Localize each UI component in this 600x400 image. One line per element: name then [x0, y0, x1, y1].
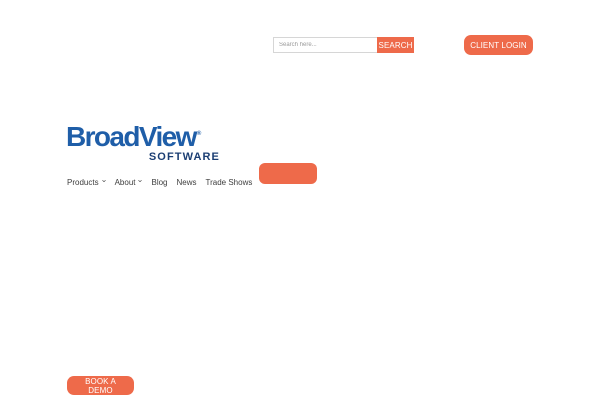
broadview-logo[interactable]: BroadView ® SOFTWARE [66, 122, 226, 164]
logo-wordmark: BroadView ® [66, 122, 226, 152]
logo-registered-mark: ® [196, 131, 202, 137]
nav-item-label: Products [67, 177, 99, 187]
nav-item-about[interactable]: About [115, 178, 143, 187]
nav-item-blog[interactable]: Blog [151, 178, 167, 187]
chevron-down-icon [138, 180, 143, 183]
page: SEARCH CLIENT LOGIN BroadView® SOFTWARE … [0, 0, 600, 400]
search-button[interactable]: SEARCH [377, 37, 414, 53]
logo-subtitle: SOFTWARE [148, 151, 220, 163]
main-nav: Products About Blog News Trade Shows [67, 175, 261, 189]
nav-cta-button[interactable] [259, 163, 317, 184]
nav-item-label: News [176, 177, 197, 187]
search-bar: SEARCH [273, 37, 414, 53]
search-input[interactable] [273, 37, 377, 53]
nav-item-news[interactable]: News [177, 178, 197, 187]
nav-item-label: About [114, 177, 136, 187]
nav-item-label: Blog [151, 177, 168, 187]
logo-word-text: BroadView [66, 121, 197, 152]
nav-item-products[interactable]: Products [67, 178, 106, 187]
nav-item-trade-shows[interactable]: Trade Shows [206, 178, 253, 187]
client-login-button[interactable]: CLIENT LOGIN [464, 35, 533, 55]
chevron-down-icon [101, 180, 106, 183]
nav-item-label: Trade Shows [205, 177, 253, 187]
book-demo-button[interactable]: BOOK A DEMO [67, 376, 134, 395]
